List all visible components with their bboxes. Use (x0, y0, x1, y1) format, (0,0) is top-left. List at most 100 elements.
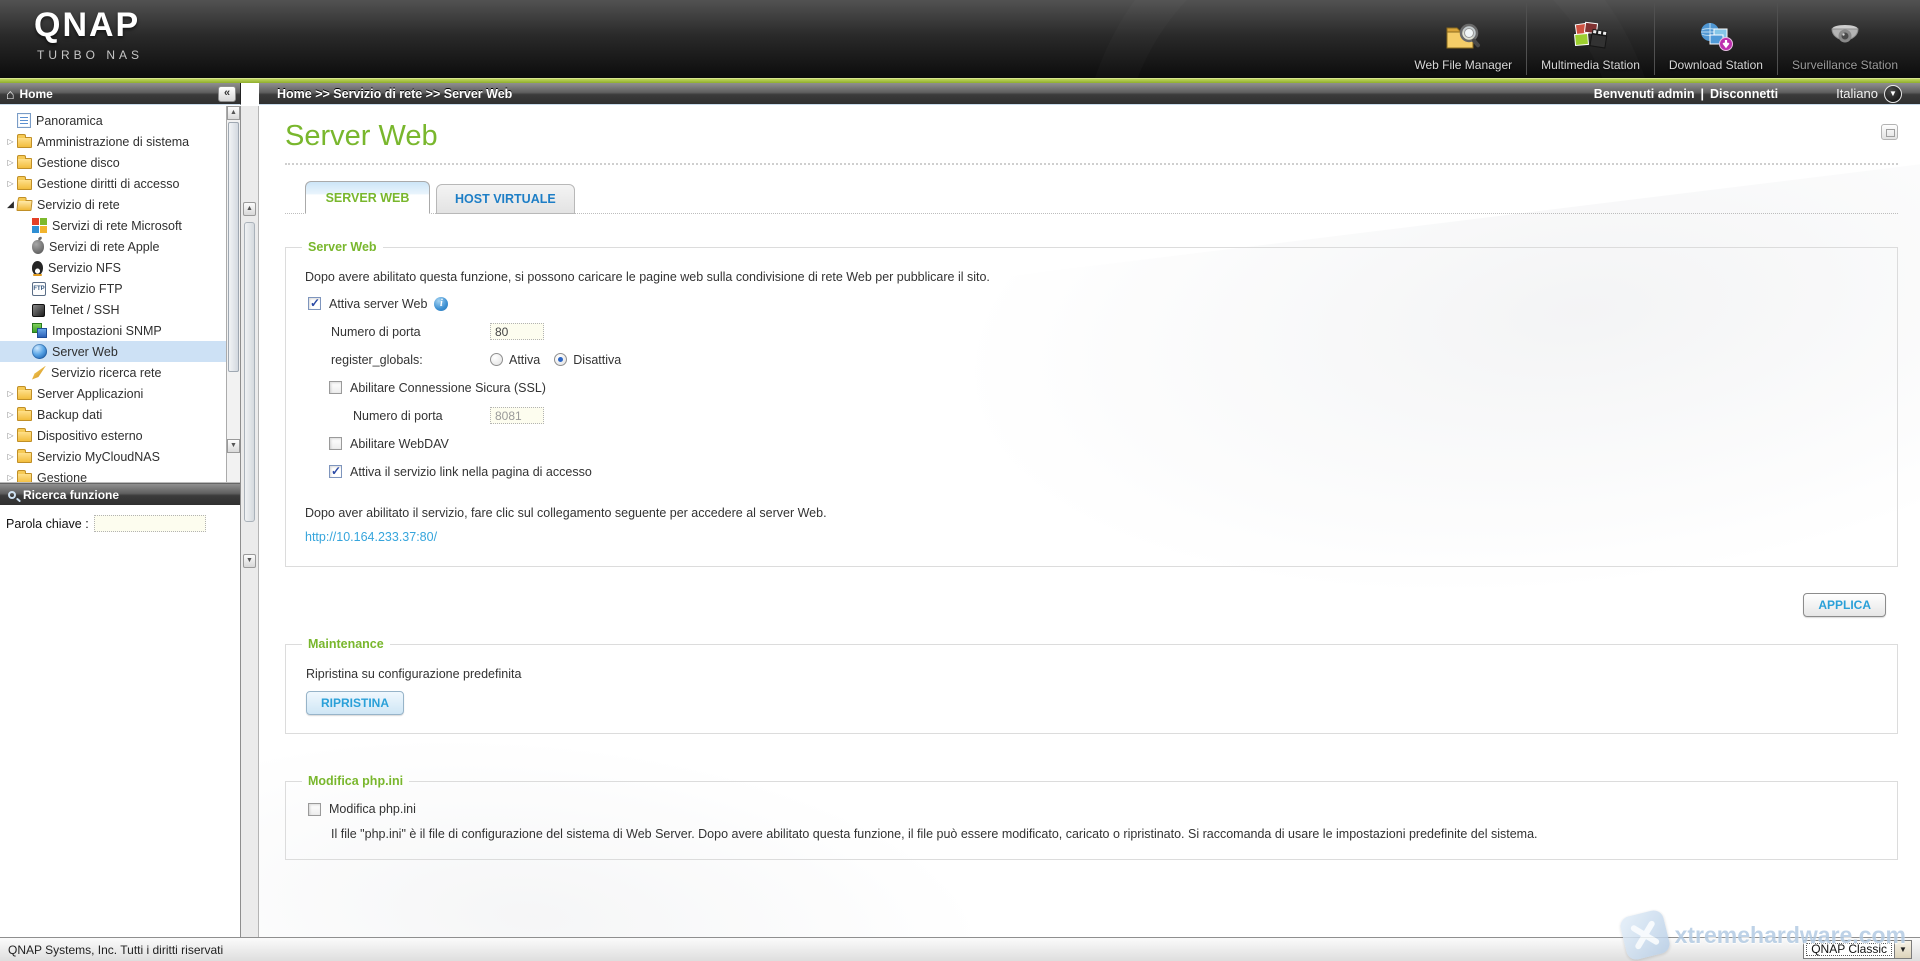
sidebar-item-label: Server Web (52, 345, 118, 359)
station-surveillance[interactable]: Surveillance Station (1777, 3, 1912, 75)
sidebar-item-servizio-ftp[interactable]: FTPServizio FTP (0, 278, 240, 299)
main-panel: Server Web SERVER WEB HOST VIRTUALE Serv… (259, 106, 1920, 937)
globe-icon (32, 344, 47, 359)
expand-arrow-icon[interactable]: ▷ (4, 431, 17, 440)
port-input[interactable] (490, 323, 544, 340)
home-icon: ⌂ (6, 86, 14, 102)
search-icon (8, 491, 16, 499)
php-ini-checkbox[interactable] (308, 803, 321, 816)
station-label: Surveillance Station (1792, 58, 1898, 72)
expand-arrow-icon[interactable]: ▷ (4, 473, 17, 482)
folder-open-icon (16, 200, 32, 211)
sidebar-item-label: Gestione (37, 471, 87, 484)
expand-arrow-icon[interactable]: ▷ (4, 137, 17, 146)
port-label: Numero di porta (331, 325, 421, 339)
splitter-down-icon[interactable]: ▼ (243, 554, 256, 568)
restore-button[interactable]: RIPRISTINA (306, 691, 404, 715)
link-service-checkbox[interactable] (329, 465, 342, 478)
scroll-up-icon[interactable]: ▲ (227, 106, 240, 120)
surveillance-station-icon (1826, 21, 1864, 56)
sidebar-item-telnet-ssh[interactable]: Telnet / SSH (0, 299, 240, 320)
language-label: Italiano (1836, 86, 1878, 101)
sidebar-item-servizio-di-rete[interactable]: ◢ Servizio di rete (0, 194, 240, 215)
sidebar-title: Home (19, 87, 52, 101)
sidebar-item-amministrazione-di-sistema[interactable]: ▷Amministrazione di sistema (0, 131, 240, 152)
sidebar-item-server-applicazioni[interactable]: ▷ Server Applicazioni (0, 383, 240, 404)
sidebar-item-label: Servizio di rete (37, 198, 120, 212)
sidebar-item-label: Server Applicazioni (37, 387, 143, 401)
microsoft-icon (32, 218, 47, 233)
sidebar-item-servizio-ricerca-rete[interactable]: Servizio ricerca rete (0, 362, 240, 383)
register-globals-enable-radio[interactable] (490, 353, 503, 366)
splitter-up-icon[interactable]: ▲ (243, 202, 256, 216)
logout-link[interactable]: Disconnetti (1710, 87, 1778, 101)
link-service-label: Attiva il servizio link nella pagina di … (350, 465, 592, 479)
panel-splitter[interactable]: ▲ ▼ (241, 106, 259, 937)
sidebar-tree: Panoramica▷Amministrazione di sistema▷Ge… (0, 106, 240, 483)
language-dropdown-icon[interactable]: ▼ (1884, 85, 1902, 103)
sidebar-item-gestione-disco[interactable]: ▷Gestione disco (0, 152, 240, 173)
enable-webserver-checkbox[interactable] (308, 297, 321, 310)
download-station-icon (1697, 21, 1735, 56)
overview-icon (17, 113, 31, 128)
folder-icon (17, 137, 32, 148)
scrollbar-thumb[interactable] (228, 122, 239, 372)
sidebar-item-gestione[interactable]: ▷ Gestione (0, 467, 240, 483)
expand-arrow-icon[interactable]: ▷ (4, 158, 17, 167)
ssl-port-label: Numero di porta (353, 409, 443, 423)
footer: QNAP Systems, Inc. Tutti i diritti riser… (0, 937, 1920, 961)
sidebar-item-dispositivo-esterno[interactable]: ▷Dispositivo esterno (0, 425, 240, 446)
expand-arrow-icon[interactable]: ▷ (4, 389, 17, 398)
folder-icon (17, 158, 32, 169)
apply-button[interactable]: APPLICA (1803, 593, 1886, 617)
station-launcher: Web File Manager Multimedia Station (1400, 3, 1912, 75)
expand-arrow-icon[interactable]: ▷ (4, 452, 17, 461)
station-download[interactable]: Download Station (1654, 3, 1777, 75)
page-title: Server Web (285, 120, 1898, 153)
sidebar-item-panoramica[interactable]: Panoramica (0, 110, 240, 131)
keyword-input[interactable] (94, 515, 206, 532)
search-panel-header[interactable]: Ricerca funzione (0, 483, 240, 505)
nav-tree-wrap: Panoramica▷Amministrazione di sistema▷Ge… (0, 106, 240, 483)
register-globals-disable-radio[interactable] (554, 353, 567, 366)
ssl-checkbox[interactable] (329, 381, 342, 394)
ssl-port-input[interactable] (490, 407, 544, 424)
expand-arrow-icon[interactable]: ▷ (4, 179, 17, 188)
station-multimedia[interactable]: Multimedia Station (1526, 3, 1654, 75)
collapse-arrow-icon[interactable]: ◢ (4, 199, 17, 210)
folder-icon (17, 389, 32, 400)
nfs-icon (32, 261, 43, 275)
splitter-thumb[interactable] (244, 222, 255, 522)
logo-tagline: TURBO NAS (37, 48, 143, 62)
sidebar: Panoramica▷Amministrazione di sistema▷Ge… (0, 106, 241, 937)
info-icon[interactable]: i (434, 297, 448, 311)
sidebar-item-label: Telnet / SSH (50, 303, 119, 317)
scroll-down-icon[interactable]: ▼ (227, 439, 240, 453)
section-legend: Server Web (302, 240, 383, 254)
multimedia-station-icon (1572, 21, 1610, 56)
sidebar-collapse-button[interactable]: « (218, 86, 236, 102)
theme-select[interactable]: QNAP Classic ▼ (1803, 940, 1912, 959)
sidebar-item-backup-dati[interactable]: ▷Backup dati (0, 404, 240, 425)
copyright-text: QNAP Systems, Inc. Tutti i diritti riser… (8, 943, 223, 957)
sidebar-item-servizio-nfs[interactable]: Servizio NFS (0, 257, 240, 278)
tab-server-web[interactable]: SERVER WEB (305, 181, 430, 214)
sidebar-scrollbar[interactable]: ▲ ▼ (226, 106, 240, 483)
station-label: Multimedia Station (1541, 58, 1640, 72)
webdav-checkbox[interactable] (329, 437, 342, 450)
sidebar-item-label: Panoramica (36, 114, 103, 128)
keyword-label: Parola chiave : (6, 517, 89, 531)
sidebar-item-servizio-mycloudnas[interactable]: ▷Servizio MyCloudNAS (0, 446, 240, 467)
sidebar-item-impostazioni-snmp[interactable]: Impostazioni SNMP (0, 320, 240, 341)
station-web-file-manager[interactable]: Web File Manager (1400, 3, 1526, 75)
title-divider (285, 163, 1898, 165)
sidebar-item-servizi-di-rete-microsoft[interactable]: Servizi di rete Microsoft (0, 215, 240, 236)
sidebar-item-server-web[interactable]: Server Web (0, 341, 240, 362)
expand-arrow-icon[interactable]: ▷ (4, 410, 17, 419)
webserver-link[interactable]: http://10.164.233.37:80/ (305, 530, 437, 544)
sidebar-item-label: Servizio FTP (51, 282, 123, 296)
sidebar-item-gestione-diritti-di-accesso[interactable]: ▷Gestione diritti di accesso (0, 173, 240, 194)
webdav-label: Abilitare WebDAV (350, 437, 449, 451)
sidebar-item-servizi-di-rete-apple[interactable]: Servizi di rete Apple (0, 236, 240, 257)
tab-host-virtuale[interactable]: HOST VIRTUALE (436, 184, 575, 214)
